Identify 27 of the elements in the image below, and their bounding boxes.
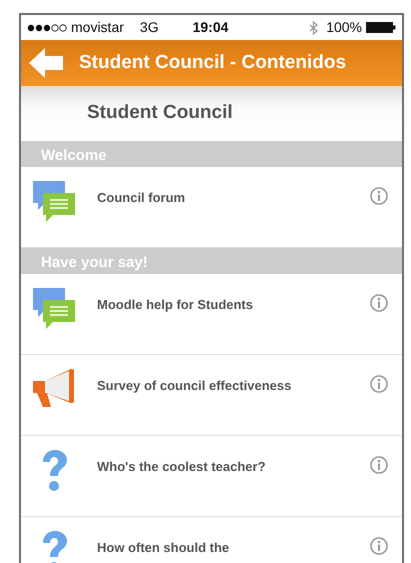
info-icon[interactable] — [370, 375, 388, 393]
back-arrow-icon — [29, 47, 63, 79]
activity-label: Survey of council effectiveness — [97, 377, 292, 395]
activity-label: Who's the coolest teacher? — [97, 458, 267, 476]
battery-icon — [366, 22, 396, 33]
info-icon[interactable] — [370, 456, 388, 474]
activity-item[interactable]: Moodle help for Students — [21, 274, 402, 355]
chat-bubbles-icon — [31, 286, 77, 332]
network-type: 3G — [140, 18, 159, 37]
header-title: Student Council - Contenidos — [79, 50, 346, 75]
activity-item[interactable]: Who's the coolest teacher? — [21, 436, 402, 517]
info-icon[interactable] — [370, 537, 388, 555]
info-icon[interactable] — [370, 294, 388, 312]
bluetooth-icon — [309, 20, 318, 34]
signal-icon — [27, 24, 67, 32]
course-title: Student Council — [87, 101, 233, 126]
carrier-name: movistar — [71, 18, 124, 37]
status-time: 19:04 — [192, 18, 228, 37]
activity-item[interactable]: How often should the — [21, 517, 402, 563]
back-button[interactable] — [29, 47, 63, 79]
chat-bubbles-icon — [31, 179, 77, 225]
activity-label: Council forum — [97, 189, 186, 207]
battery-percent: 100% — [326, 18, 362, 37]
activity-item[interactable]: Survey of council effectiveness — [21, 355, 402, 436]
activity-label: Moodle help for Students — [97, 296, 254, 314]
activity-label: How often should the — [97, 539, 230, 557]
info-icon[interactable] — [370, 187, 388, 205]
